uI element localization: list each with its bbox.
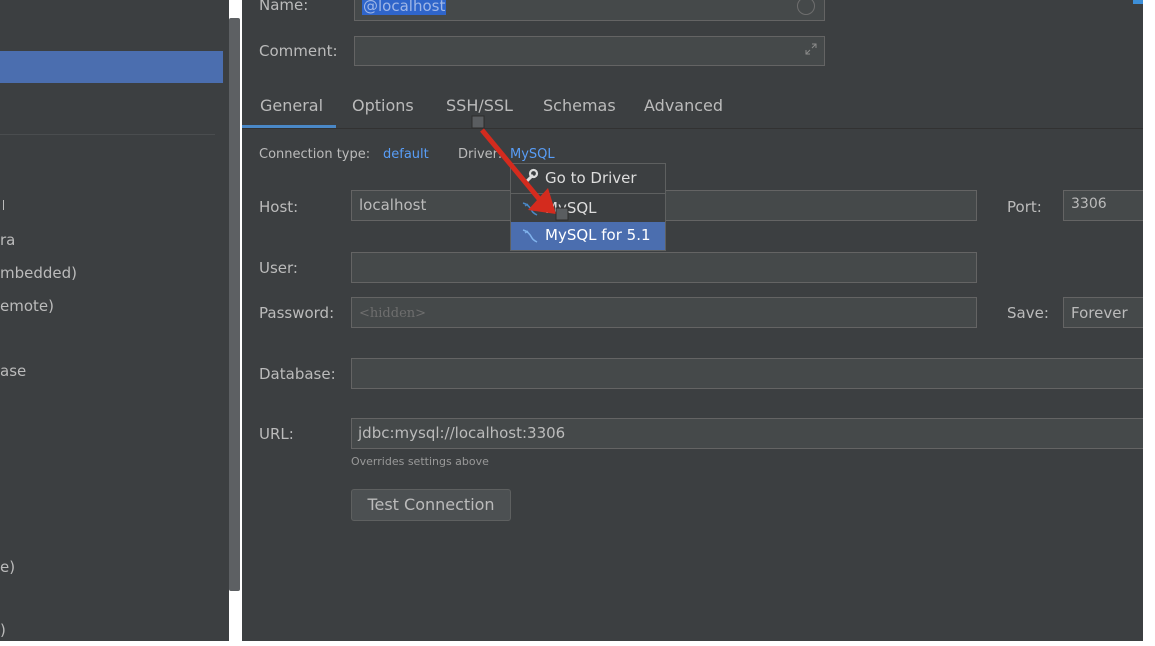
drag-handle (471, 115, 485, 129)
arrow-shaft (480, 128, 542, 202)
annotation-arrow (471, 115, 569, 221)
bottom-margin (0, 641, 1155, 646)
drag-handle (555, 207, 569, 221)
corner-marker (1133, 0, 1143, 4)
window-edge (1133, 0, 1155, 641)
